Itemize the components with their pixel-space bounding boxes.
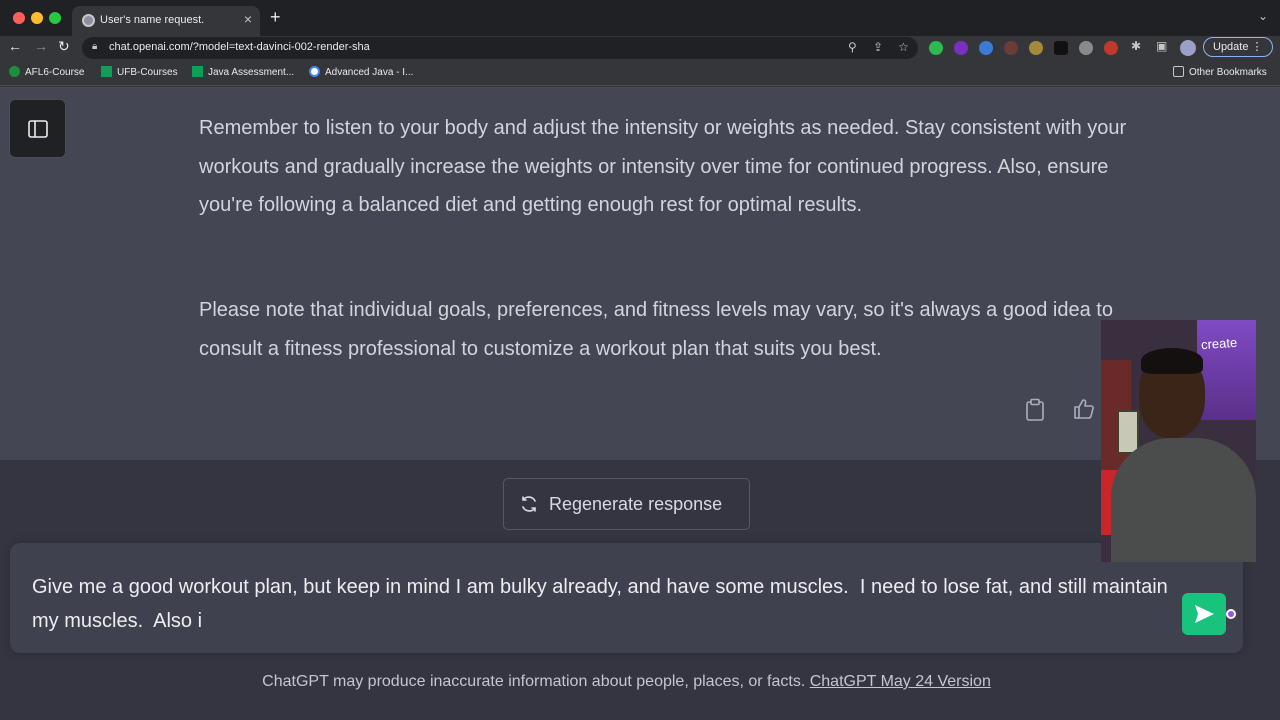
openai-favicon-icon xyxy=(82,14,95,27)
other-bookmarks[interactable]: Other Bookmarks xyxy=(1173,66,1267,78)
browser-tab[interactable]: User's name request. × xyxy=(72,6,260,36)
extension-green-icon[interactable] xyxy=(929,41,943,55)
send-button[interactable] xyxy=(1182,593,1226,635)
minimize-window-button[interactable] xyxy=(31,12,43,24)
address-bar[interactable]: 🔒︎ chat.openai.com/?model=text-davinci-0… xyxy=(82,37,918,59)
thumbs-up-icon[interactable] xyxy=(1073,398,1095,420)
reload-icon[interactable]: ↻ xyxy=(58,38,70,55)
tab-close-icon[interactable]: × xyxy=(244,11,252,27)
regenerate-response-button[interactable]: Regenerate response xyxy=(503,478,750,530)
bookmark-advanced-java[interactable]: Advanced Java - I... xyxy=(309,66,413,78)
bookmarks-bar: AFL6-Course UFB-Courses Java Assessment.… xyxy=(0,60,1280,86)
tab-title: User's name request. xyxy=(100,14,205,26)
bookmark-ufb[interactable]: UFB-Courses xyxy=(101,66,178,78)
share-icon[interactable]: ⇪ xyxy=(873,40,883,54)
version-link[interactable]: ChatGPT May 24 Version xyxy=(810,673,991,690)
sidebar-toggle-button[interactable] xyxy=(9,99,66,158)
extension-pen-icon[interactable] xyxy=(1004,41,1018,55)
extension-blue-icon[interactable] xyxy=(979,41,993,55)
extension-w-icon[interactable] xyxy=(954,41,968,55)
extension-s-icon[interactable] xyxy=(1054,41,1068,55)
clipboard-copy-icon[interactable] xyxy=(1024,398,1046,422)
bookmark-afl6[interactable]: AFL6-Course xyxy=(9,66,84,78)
close-window-button[interactable] xyxy=(13,12,25,24)
zoom-icon[interactable]: ⚲ xyxy=(848,40,857,54)
bookmark-label: UFB-Courses xyxy=(117,67,178,78)
send-arrow-icon xyxy=(1195,605,1214,623)
webcam-overlay: create xyxy=(1101,320,1256,562)
extension-k-icon[interactable] xyxy=(1079,41,1093,55)
presenter-hair xyxy=(1141,348,1203,374)
chat-page: Remember to listen to your body and adju… xyxy=(0,87,1280,720)
regenerate-label: Regenerate response xyxy=(549,494,723,514)
google-icon xyxy=(309,66,320,77)
sidebar-icon xyxy=(28,120,48,138)
extension-crown-icon[interactable] xyxy=(1029,41,1043,55)
lock-icon[interactable]: 🔒︎ xyxy=(92,41,97,52)
side-panel-icon[interactable]: ▣ xyxy=(1156,39,1167,53)
message-input[interactable]: Give me a good workout plan, but keep in… xyxy=(32,570,1182,638)
sheets-icon xyxy=(192,66,203,77)
bookmark-label: Java Assessment... xyxy=(208,67,295,78)
bookmark-star-icon[interactable]: ☆ xyxy=(898,40,909,54)
extension-status-dot xyxy=(1226,609,1236,619)
update-button[interactable]: Update ⋮ xyxy=(1203,37,1273,57)
folder-icon xyxy=(1173,66,1184,77)
refresh-icon xyxy=(522,496,536,512)
sheets-icon xyxy=(101,66,112,77)
create-badge: create xyxy=(1200,334,1238,353)
bookmark-label: Advanced Java - I... xyxy=(325,67,414,78)
message-composer[interactable]: Give me a good workout plan, but keep in… xyxy=(10,543,1243,653)
new-tab-icon[interactable]: + xyxy=(270,7,281,28)
url-text[interactable]: chat.openai.com/?model=text-davinci-002-… xyxy=(109,41,370,53)
zoom-window-button[interactable] xyxy=(49,12,61,24)
extension-red-icon[interactable] xyxy=(1104,41,1118,55)
update-label: Update xyxy=(1213,41,1249,53)
profile-avatar[interactable] xyxy=(1180,40,1196,56)
disclaimer-text: ChatGPT may produce inaccurate informati… xyxy=(262,673,806,690)
bookmark-label: AFL6-Course xyxy=(25,67,85,78)
browser-tab-bar: User's name request. × + ⌄ xyxy=(0,0,1280,36)
tab-search-chevron-icon[interactable]: ⌄ xyxy=(1258,9,1268,23)
assistant-message-paragraph: Remember to listen to your body and adju… xyxy=(199,117,1127,216)
extensions-puzzle-icon[interactable]: ✱ xyxy=(1131,39,1141,53)
assistant-message-paragraph: Please note that individual goals, prefe… xyxy=(199,299,1113,360)
disclaimer: ChatGPT may produce inaccurate informati… xyxy=(0,673,1253,691)
other-bookmarks-label: Other Bookmarks xyxy=(1189,67,1267,78)
bookmark-java-assessment[interactable]: Java Assessment... xyxy=(192,66,294,78)
presenter-body xyxy=(1111,438,1256,562)
browser-toolbar: ← → ↻ 🔒︎ chat.openai.com/?model=text-dav… xyxy=(0,36,1280,60)
bottom-panel: Regenerate response Give me a good worko… xyxy=(0,460,1280,720)
forward-arrow-icon[interactable]: → xyxy=(34,38,48,54)
wall-frame xyxy=(1117,410,1139,454)
green-circle-icon xyxy=(9,66,20,77)
back-arrow-icon[interactable]: ← xyxy=(8,38,22,54)
